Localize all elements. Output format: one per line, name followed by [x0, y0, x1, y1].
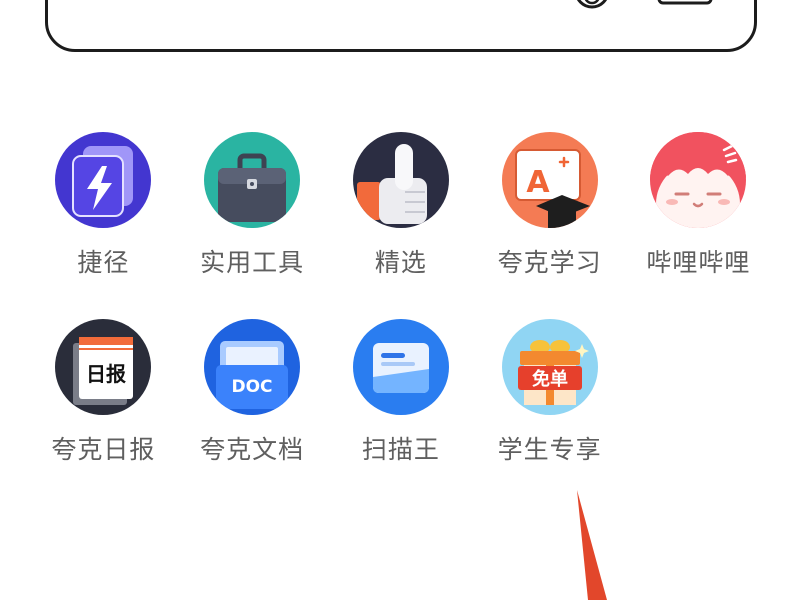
gift-box-icon-graphic: 免单: [501, 319, 598, 415]
study-icon-graphic: A: [501, 132, 598, 228]
left-blush: [666, 199, 679, 205]
app-label-featured: 精选: [374, 248, 427, 277]
arrow-shaft: [577, 490, 607, 600]
scan-icon[interactable]: [657, 0, 713, 7]
card-rule: [79, 348, 134, 350]
app-label-study: 夸克学习: [497, 248, 602, 277]
scanner-icon[interactable]: [352, 319, 449, 415]
document-folder-icon[interactable]: DOC: [204, 319, 301, 415]
card-text: 日报: [86, 362, 126, 386]
gift-box-icon[interactable]: 免单: [501, 319, 598, 415]
doc-line: [380, 353, 405, 358]
app-tile-shortcut[interactable]: 捷径: [29, 132, 178, 277]
app-label-shortcut: 捷径: [77, 248, 130, 277]
app-label-student: 学生专享: [497, 435, 602, 464]
bilibili-icon-graphic: [650, 132, 747, 228]
document-folder-icon-graphic: DOC: [204, 319, 301, 415]
study-icon[interactable]: A: [501, 132, 598, 228]
app-tile-docs[interactable]: DOC 夸克文档: [178, 319, 327, 464]
card-stripe: [79, 337, 134, 345]
arrow-up-icon: [577, 490, 607, 600]
folder-text: DOC: [232, 377, 273, 397]
search-bar[interactable]: [45, 0, 757, 52]
app-tile-bilibili[interactable]: 哔哩哔哩: [624, 132, 773, 277]
graduation-cap-base: [547, 209, 576, 228]
right-blush: [718, 199, 731, 205]
microphone-icon[interactable]: [572, 0, 612, 11]
app-tile-study[interactable]: A 夸克学习: [475, 132, 624, 277]
toolbox-icon-graphic: [204, 132, 301, 228]
app-label-bilibili: 哔哩哔哩: [646, 248, 751, 277]
app-grid: 捷径 实用工具 精选 A 夸克学习 哔哩哔哩 日报 夸克日报 DOC 夸克文档 …: [29, 132, 773, 464]
sleeve-cuff: [356, 182, 381, 220]
thumbs-up-icon-graphic: [352, 132, 449, 228]
app-tile-tools[interactable]: 实用工具: [178, 132, 327, 277]
microphone-body: [584, 0, 600, 5]
shortcut-icon-graphic: [55, 132, 152, 228]
toolbox-icon[interactable]: [204, 132, 301, 228]
app-label-tools: 实用工具: [200, 248, 305, 277]
app-tile-scanner[interactable]: 扫描王: [327, 319, 476, 464]
toolbox-latch-hole: [250, 182, 255, 186]
daily-news-icon-graphic: 日报: [55, 319, 152, 415]
shortcut-icon[interactable]: [55, 132, 152, 228]
banner-text: 免单: [532, 368, 568, 390]
thumbs-up-icon[interactable]: [352, 132, 449, 228]
scan-frame: [657, 0, 713, 5]
thumb: [394, 144, 413, 190]
board-letter: A: [526, 165, 550, 200]
app-tile-featured[interactable]: 精选: [327, 132, 476, 277]
app-tile-daily[interactable]: 日报 夸克日报: [29, 319, 178, 464]
scanner-icon-graphic: [352, 319, 449, 415]
app-label-scanner: 扫描王: [361, 435, 440, 464]
app-tile-student[interactable]: 免单 学生专享: [475, 319, 624, 464]
doc-line: [380, 362, 415, 366]
bilibili-icon[interactable]: [650, 132, 747, 228]
daily-news-icon[interactable]: 日报: [55, 319, 152, 415]
app-label-daily: 夸克日报: [51, 435, 156, 464]
app-label-docs: 夸克文档: [200, 435, 305, 464]
